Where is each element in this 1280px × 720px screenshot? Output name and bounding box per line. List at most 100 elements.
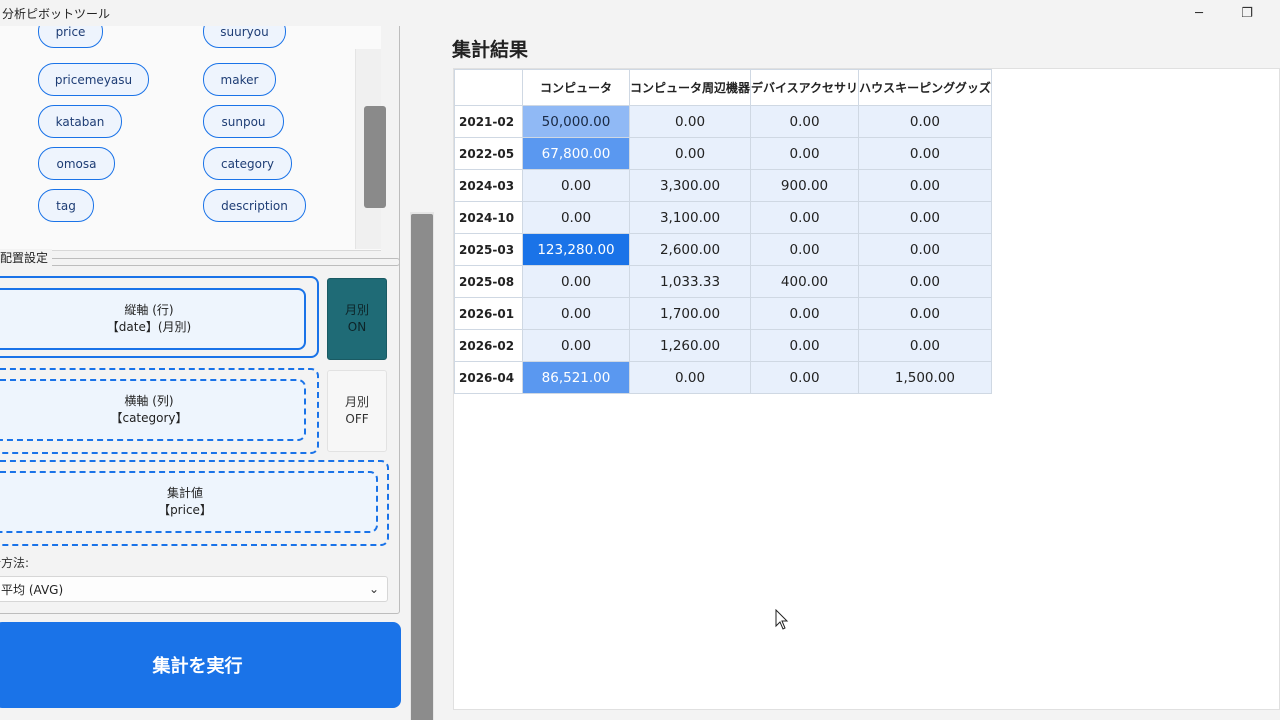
table-cell: 1,500.00 [858,361,992,394]
row-header: 2026-01 [454,297,523,330]
table-row: 2024-03 0.00 3,300.00 900.00 0.00 [454,169,992,202]
table-cell: 0.00 [628,361,752,394]
table-cell: 0.00 [750,329,860,362]
table-cell: 0.00 [858,201,992,234]
table-cell: 0.00 [750,105,860,138]
column-header: ハウスキーピンググッズ [858,69,992,106]
table-cell: 0.00 [522,169,630,202]
table-row: 2026-01 0.00 1,700.00 0.00 0.00 [454,297,992,330]
result-area: コンピュータ コンピュータ周辺機器 デバイスアクセサリ ハウスキーピンググッズ … [453,68,1280,710]
table-cell: 0.00 [858,137,992,170]
table-cell: 67,800.00 [522,137,630,170]
table-cell: 0.00 [628,105,752,138]
row-header: 2026-02 [454,329,523,362]
row-header: 2024-03 [454,169,523,202]
row-axis-target[interactable]: 縦軸 (行) 【date】(月別) [0,288,306,350]
restore-button[interactable]: ❐ [1224,0,1270,26]
table-cell: 0.00 [858,329,992,362]
table-row: 2025-08 0.00 1,033.33 400.00 0.00 [454,265,992,298]
field-chip-kataban[interactable]: kataban [38,105,122,138]
field-list-box: price suuryou pricemeyasu maker kataban … [0,26,400,266]
table-cell: 50,000.00 [522,105,630,138]
row-header: 2021-02 [454,105,523,138]
table-cell: 1,700.00 [628,297,752,330]
table-cell: 3,300.00 [628,169,752,202]
table-cell: 0.00 [522,201,630,234]
mouse-cursor-icon [775,609,789,630]
field-chip-suuryou[interactable]: suuryou [203,26,286,48]
table-cell: 0.00 [522,265,630,298]
column-header: コンピュータ [522,69,630,106]
table-cell: 86,521.00 [522,361,630,394]
table-cell: 1,033.33 [628,265,752,298]
table-row: 2025-03 123,280.00 2,600.00 0.00 0.00 [454,233,992,266]
table-row: 2021-02 50,000.00 0.00 0.00 0.00 [454,105,992,138]
run-aggregation-button[interactable]: 集計を実行 [0,622,401,708]
title-bar: 分析ピボットツール ─ ❐ [0,0,1280,26]
table-cell: 0.00 [750,297,860,330]
settings-panel: price suuryou pricemeyasu maker kataban … [0,26,436,720]
table-row: 2022-05 67,800.00 0.00 0.00 0.00 [454,137,992,170]
table-cell: 0.00 [858,105,992,138]
col-axis-title: 横軸 (列) [124,394,174,408]
table-header-row: コンピュータ コンピュータ周辺機器 デバイスアクセサリ ハウスキーピンググッズ [454,69,992,106]
table-cell: 3,100.00 [628,201,752,234]
layout-settings-legend: 配置設定 [0,249,53,266]
table-cell: 0.00 [522,297,630,330]
row-axis-value: 【date】(月別) [106,320,192,334]
table-cell: 0.00 [858,233,992,266]
row-header: 2025-08 [454,265,523,298]
table-cell: 0.00 [750,233,860,266]
field-chip-sunpou[interactable]: sunpou [203,105,284,138]
col-monthly-label: 月別 [344,395,369,409]
table-cell: 400.00 [750,265,860,298]
values-target[interactable]: 集計値 【price】 [0,471,378,533]
field-list-scroll-thumb[interactable] [364,106,386,208]
table-cell: 900.00 [750,169,860,202]
col-monthly-toggle[interactable]: 月別 OFF [327,370,387,452]
row-header: 2022-05 [454,137,523,170]
table-cell: 0.00 [750,201,860,234]
result-panel: 集計結果 コンピュータ コンピュータ周辺機器 デバイスアクセサリ ハウスキーピン… [436,26,1280,720]
table-cell: 0.00 [522,329,630,362]
column-header: コンピュータ周辺機器 [628,69,752,106]
field-chip-price[interactable]: price [38,26,103,48]
col-axis-target[interactable]: 横軸 (列) 【category】 [0,379,306,441]
table-cell: 0.00 [750,137,860,170]
table-cell: 0.00 [858,265,992,298]
table-cell: 0.00 [858,297,992,330]
row-header: 2026-04 [454,361,523,394]
field-chip-description[interactable]: description [203,189,306,222]
table-cell: 123,280.00 [522,233,630,266]
aggregation-method-value: 平均 (AVG) [1,582,64,597]
corner-header [454,69,523,106]
field-chip-category[interactable]: category [203,147,292,180]
field-chip-maker[interactable]: maker [203,63,276,96]
column-header: デバイスアクセサリ [750,69,860,106]
values-title: 集計値 [166,486,203,500]
table-cell: 2,600.00 [628,233,752,266]
col-monthly-state: OFF [345,412,369,426]
field-chip-tag[interactable]: tag [38,189,94,222]
col-axis-value: 【category】 [110,411,188,425]
field-chip-omosa[interactable]: omosa [38,147,115,180]
pivot-table: コンピュータ コンピュータ周辺機器 デバイスアクセサリ ハウスキーピンググッズ … [454,69,992,394]
field-chip-pricemeyasu[interactable]: pricemeyasu [38,63,149,96]
row-axis-title: 縦軸 (行) [124,303,174,317]
table-cell: 0.00 [628,137,752,170]
app-title: 分析ピボットツール [2,7,111,21]
panel-scroll-thumb[interactable] [411,214,433,720]
row-header: 2024-10 [454,201,523,234]
table-row: 2024-10 0.00 3,100.00 0.00 0.00 [454,201,992,234]
aggregation-method-select[interactable]: 平均 (AVG) ⌄ [0,576,388,602]
table-cell: 0.00 [858,169,992,202]
values-value: 【price】 [158,503,212,517]
table-cell: 1,260.00 [628,329,752,362]
row-monthly-toggle[interactable]: 月別 ON [327,278,387,360]
field-list: price suuryou pricemeyasu maker kataban … [0,26,381,251]
row-header: 2025-03 [454,233,523,266]
minimize-button[interactable]: ─ [1176,0,1222,26]
row-monthly-label: 月別 [344,303,369,317]
result-title: 集計結果 [452,39,529,61]
aggregation-method-label: 集計方法: [0,556,30,570]
